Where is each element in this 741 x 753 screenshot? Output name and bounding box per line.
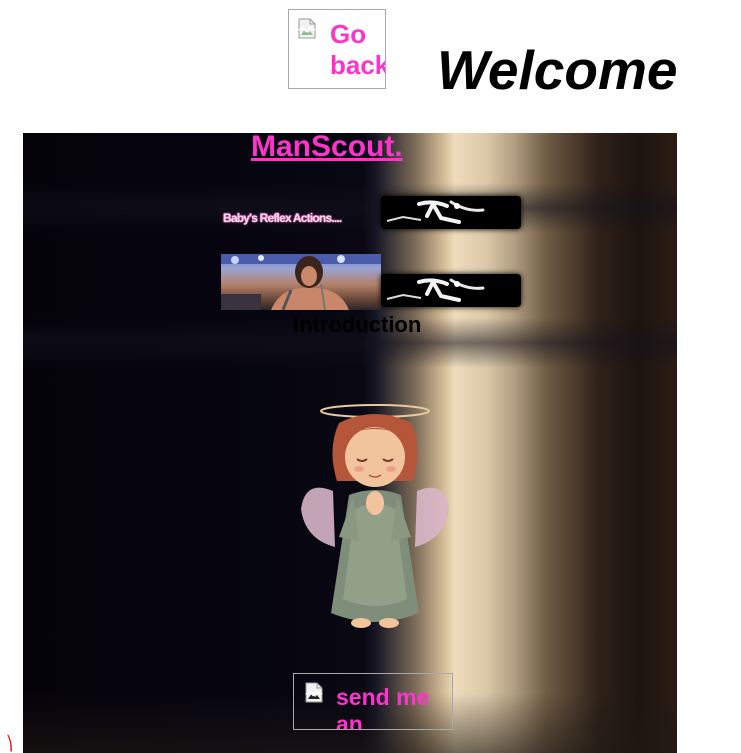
angel-image — [301, 404, 449, 628]
go-back-image-link[interactable]: Go back — [288, 9, 386, 89]
panel-band — [23, 183, 677, 233]
stick-figure-icon — [381, 274, 521, 307]
red-mark: ⎞ — [6, 735, 13, 751]
send-email-alt-text: send me an — [336, 684, 430, 730]
broken-image-icon — [298, 18, 316, 39]
send-email-image-link[interactable]: send me an — [293, 673, 453, 730]
introduction-heading: Introduction — [293, 312, 422, 337]
manscout-link[interactable]: ManScout. — [251, 133, 403, 164]
reflex-actions-text: Baby's Reflex Actions.... — [223, 211, 342, 225]
welcome-heading: Welcome — [437, 39, 677, 101]
content-panel: ManScout. Baby's Reflex Actions.... Intr… — [23, 133, 677, 753]
broken-image-icon — [305, 682, 323, 703]
stick-figure-icon — [381, 196, 521, 229]
go-back-alt-text: Go back — [330, 19, 386, 80]
performer-photo — [221, 254, 381, 310]
